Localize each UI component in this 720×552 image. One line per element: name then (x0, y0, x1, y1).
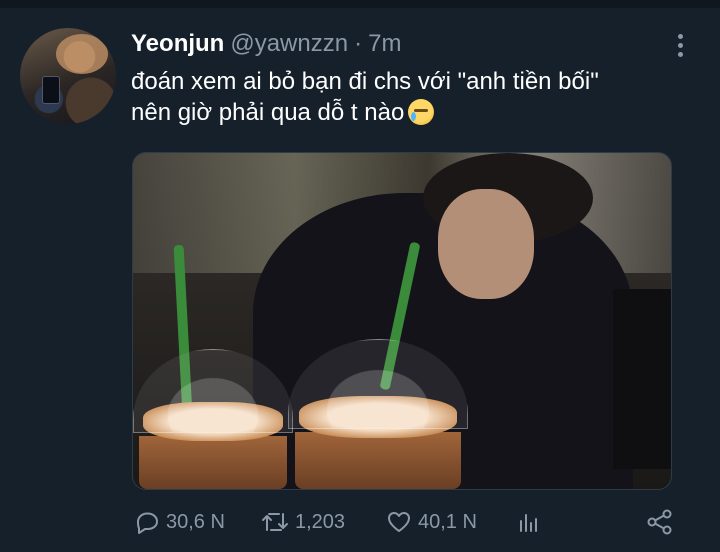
tweet-text-line-2: nên giờ phải qua dỗ t nào (131, 97, 701, 128)
author-name[interactable]: Yeonjun (131, 30, 224, 58)
heart-icon (386, 510, 412, 534)
tweet-header: Yeonjun @yawnzzn · 7m (131, 30, 401, 64)
photo-cup-left (133, 349, 293, 489)
avatar-phone (42, 76, 60, 104)
tweet-time[interactable]: 7m (368, 30, 401, 58)
retweet-button[interactable]: 1,203 (261, 511, 345, 534)
share-icon (646, 509, 674, 535)
tweet-text: đoán xem ai bỏ bạn đi chs với "anh tiền … (131, 66, 701, 128)
reply-count: 30,6 N (166, 510, 225, 533)
like-count: 40,1 N (418, 510, 477, 533)
photo-cup-right (288, 339, 468, 489)
tweet-text-line-2-text: nên giờ phải qua dỗ t nào (131, 99, 405, 126)
retweet-icon (261, 511, 289, 533)
reply-icon (134, 510, 160, 534)
author-handle[interactable]: @yawnzzn (230, 30, 348, 58)
analytics-button[interactable] (517, 510, 541, 534)
tweet-text-line-1: đoán xem ai bỏ bạn đi chs với "anh tiền … (131, 68, 599, 95)
analytics-icon (517, 510, 541, 534)
retweet-count: 1,203 (295, 510, 346, 533)
tweet-photo[interactable] (132, 152, 672, 490)
avatar-hair (56, 34, 108, 74)
avatar[interactable] (20, 28, 116, 124)
top-divider (0, 0, 720, 8)
photo-chair (613, 289, 671, 469)
tweet-actions: 30,6 N 1,203 40,1 N (134, 506, 674, 538)
more-vertical-icon[interactable] (672, 34, 688, 60)
photo-person-face (438, 189, 534, 299)
share-button[interactable] (646, 509, 674, 535)
reply-button[interactable]: 30,6 N (134, 510, 225, 534)
like-button[interactable]: 40,1 N (386, 510, 477, 534)
header-separator: · (354, 30, 363, 57)
crying-face-emoji (408, 99, 435, 125)
